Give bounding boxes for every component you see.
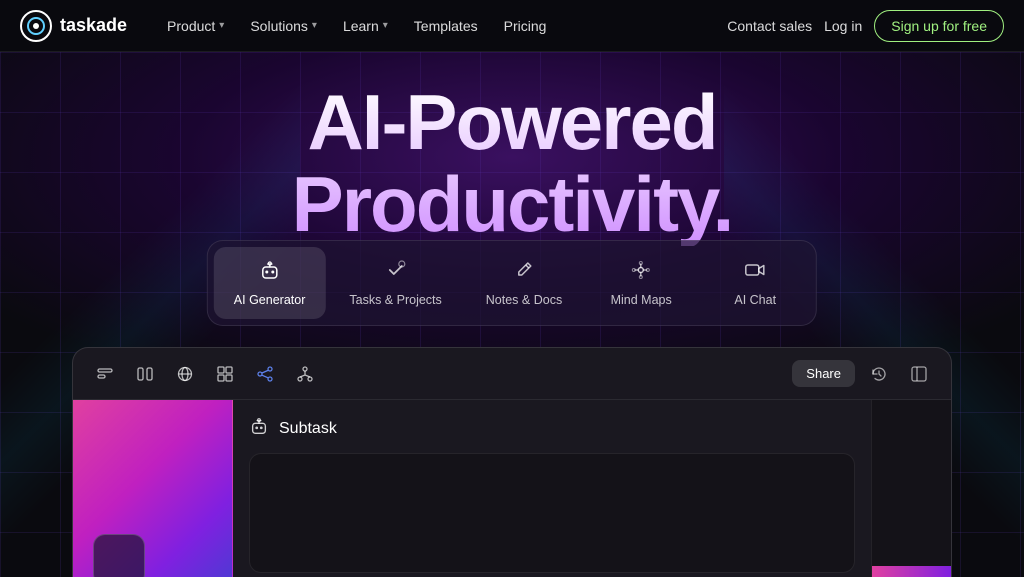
feature-tabs: AI Generator Tasks & Projects Notes & Do… (207, 240, 817, 326)
tab-mind-maps-label: Mind Maps (611, 293, 672, 307)
app-preview: Share (72, 347, 952, 577)
nav-links: Product ▾ Solutions ▾ Learn ▾ Templates … (155, 12, 727, 40)
left-panel-card (93, 534, 145, 577)
logo-icon (20, 10, 52, 42)
app-right-panel (871, 400, 951, 577)
pencil-icon (513, 259, 535, 287)
toolbar-history-icon[interactable] (863, 358, 895, 390)
app-left-panel (73, 400, 233, 577)
toolbar-diagram-icon[interactable] (289, 358, 321, 390)
mindmap-icon (630, 259, 652, 287)
tab-notes-docs-label: Notes & Docs (486, 293, 562, 307)
nav-item-product[interactable]: Product ▾ (155, 12, 236, 40)
nav-right: Contact sales Log in Sign up for free (727, 10, 1004, 42)
app-toolbar: Share (73, 348, 951, 400)
tab-notes-docs[interactable]: Notes & Docs (466, 247, 582, 319)
toolbar-share-icon[interactable] (249, 358, 281, 390)
toolbar-collapse-icon[interactable] (903, 358, 935, 390)
toolbar-grid-icon[interactable] (209, 358, 241, 390)
subtask-content-area[interactable] (249, 453, 855, 573)
chevron-down-icon: ▾ (383, 20, 388, 31)
chevron-down-icon: ▾ (219, 20, 224, 31)
navbar: taskade Product ▾ Solutions ▾ Learn ▾ Te… (0, 0, 1024, 52)
tab-ai-chat[interactable]: AI Chat (700, 247, 810, 319)
toolbar-globe-icon[interactable] (169, 358, 201, 390)
share-button[interactable]: Share (792, 360, 855, 387)
nav-item-learn[interactable]: Learn ▾ (331, 12, 400, 40)
tab-ai-generator-label: AI Generator (234, 293, 306, 307)
subtask-title: Subtask (279, 420, 337, 438)
hero-section: AI-Powered Productivity. AI Generator (0, 52, 1024, 577)
subtask-robot-icon (249, 416, 269, 441)
nav-item-pricing[interactable]: Pricing (492, 12, 559, 40)
login-link[interactable]: Log in (824, 18, 862, 34)
hero-text: AI-Powered Productivity. (162, 82, 862, 246)
checkmark-icon (385, 259, 407, 287)
brand-name: taskade (60, 15, 127, 36)
nav-item-solutions[interactable]: Solutions ▾ (238, 12, 329, 40)
app-content: Subtask (73, 400, 951, 577)
subtask-header: Subtask (249, 416, 855, 441)
toolbar-columns-icon[interactable] (129, 358, 161, 390)
tab-tasks-projects-label: Tasks & Projects (349, 293, 441, 307)
toolbar-list-icon[interactable] (89, 358, 121, 390)
chevron-down-icon: ▾ (312, 20, 317, 31)
signup-button[interactable]: Sign up for free (874, 10, 1004, 42)
tab-tasks-projects[interactable]: Tasks & Projects (329, 247, 461, 319)
hero-headline: AI-Powered Productivity. (162, 82, 862, 246)
nav-item-templates[interactable]: Templates (402, 12, 490, 40)
video-icon (744, 259, 766, 287)
robot-icon (259, 259, 281, 287)
tab-ai-generator[interactable]: AI Generator (214, 247, 326, 319)
right-panel-accent (872, 566, 951, 577)
tab-mind-maps[interactable]: Mind Maps (586, 247, 696, 319)
app-main-panel: Subtask (233, 400, 871, 577)
tab-ai-chat-label: AI Chat (734, 293, 776, 307)
contact-sales-link[interactable]: Contact sales (727, 18, 812, 34)
logo[interactable]: taskade (20, 10, 127, 42)
